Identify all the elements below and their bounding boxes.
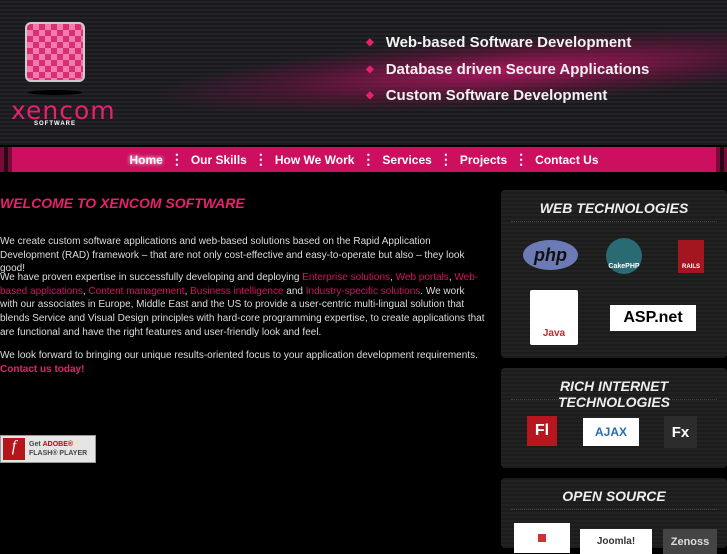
link-industry-solutions[interactable]: Industry-specific solutions: [306, 286, 421, 297]
zenoss-logo: Zenoss: [663, 529, 717, 554]
flash-icon: f: [3, 438, 25, 460]
link-business-intelligence[interactable]: Business intelligence: [190, 286, 283, 297]
java-logo: Java: [530, 290, 578, 345]
main-nav: Home ⋮ Our Skills ⋮ How We Work ⋮ Services ⋮…: [12, 147, 716, 172]
tagline: ◆ Custom Software Development: [366, 87, 607, 104]
diamond-icon: ◆: [366, 90, 374, 101]
nav-separator: ⋮: [253, 151, 268, 167]
nav-separator: ⋮: [169, 151, 184, 167]
logo-icon[interactable]: [25, 22, 85, 82]
tagline-text: Web-based Software Development: [385, 34, 632, 51]
joomla-logo: Joomla!: [580, 529, 652, 554]
nav-decoration: [716, 147, 727, 172]
flex-logo: Fx: [664, 416, 697, 448]
diamond-icon: ◆: [366, 37, 374, 48]
rich-internet-panel: RICH INTERNET TECHNOLOGIES Fl AJAX Fx: [501, 368, 727, 468]
nav-projects[interactable]: Projects: [453, 153, 514, 167]
link-content-management[interactable]: Content management: [88, 286, 184, 297]
nav-services[interactable]: Services: [375, 153, 438, 167]
panel-title: WEB TECHNOLOGIES: [511, 190, 717, 222]
tagline: ◆ Database driven Secure Applications: [366, 61, 649, 78]
flash-adobe: ADOBE®: [42, 441, 74, 448]
expertise-paragraph: We have proven expertise in successfully…: [0, 272, 485, 338]
web-technologies-panel: WEB TECHNOLOGIES php CakePHP RAILS Java …: [501, 190, 727, 358]
closing-paragraph: We look forward to bringing our unique r…: [0, 349, 485, 376]
php-logo: php: [523, 240, 578, 270]
header-banner: xencom SOFTWARE ◆ Web-based Software Deve…: [0, 0, 727, 145]
nav-our-skills[interactable]: Our Skills: [184, 153, 254, 167]
intro-paragraph: We create custom software applications a…: [0, 236, 465, 275]
panel-title: RICH INTERNET TECHNOLOGIES: [511, 368, 717, 410]
nav-separator: ⋮: [438, 151, 453, 167]
logo-shadow: [28, 90, 82, 95]
link-enterprise[interactable]: Enterprise solutions: [302, 272, 390, 283]
panel-title: OPEN SOURCE: [511, 478, 717, 510]
tagline: ◆ Web-based Software Development: [366, 34, 631, 51]
get-flash-player-button[interactable]: f Get ADOBE® FLASH® PLAYER: [0, 435, 96, 463]
text: We look forward to bringing our unique r…: [0, 350, 478, 361]
nav-how-we-work[interactable]: How We Work: [268, 153, 362, 167]
open-source-panel: OPEN SOURCE Joomla! Zenoss: [501, 478, 727, 554]
nav-decoration: [0, 147, 12, 172]
contact-link[interactable]: Contact us today!: [0, 364, 84, 375]
tagline-text: Database driven Secure Applications: [385, 61, 650, 78]
nav-separator: ⋮: [361, 151, 376, 167]
aspnet-logo: ASP.net: [610, 305, 696, 331]
ajax-logo: AJAX: [583, 418, 639, 446]
page-title: WELCOME TO XENCOM SOFTWARE: [0, 195, 245, 211]
flash-get: Get: [29, 441, 43, 448]
text: We have proven expertise in successfully…: [0, 272, 303, 283]
nav-contact-us[interactable]: Contact Us: [528, 153, 605, 167]
tagline-text: Custom Software Development: [385, 87, 608, 104]
open-source-logo: [514, 523, 570, 553]
cakephp-logo: CakePHP: [606, 238, 642, 274]
rails-logo: RAILS: [678, 240, 704, 273]
nav-separator: ⋮: [514, 151, 529, 167]
diamond-icon: ◆: [366, 64, 374, 75]
text: and: [283, 285, 306, 297]
nav-home[interactable]: Home: [122, 153, 169, 167]
flash-logo: Fl: [527, 416, 557, 446]
flash-player: FLASH® PLAYER: [29, 450, 88, 457]
logo-subtitle: SOFTWARE: [34, 121, 76, 127]
link-web-portals[interactable]: Web portals: [396, 272, 449, 283]
